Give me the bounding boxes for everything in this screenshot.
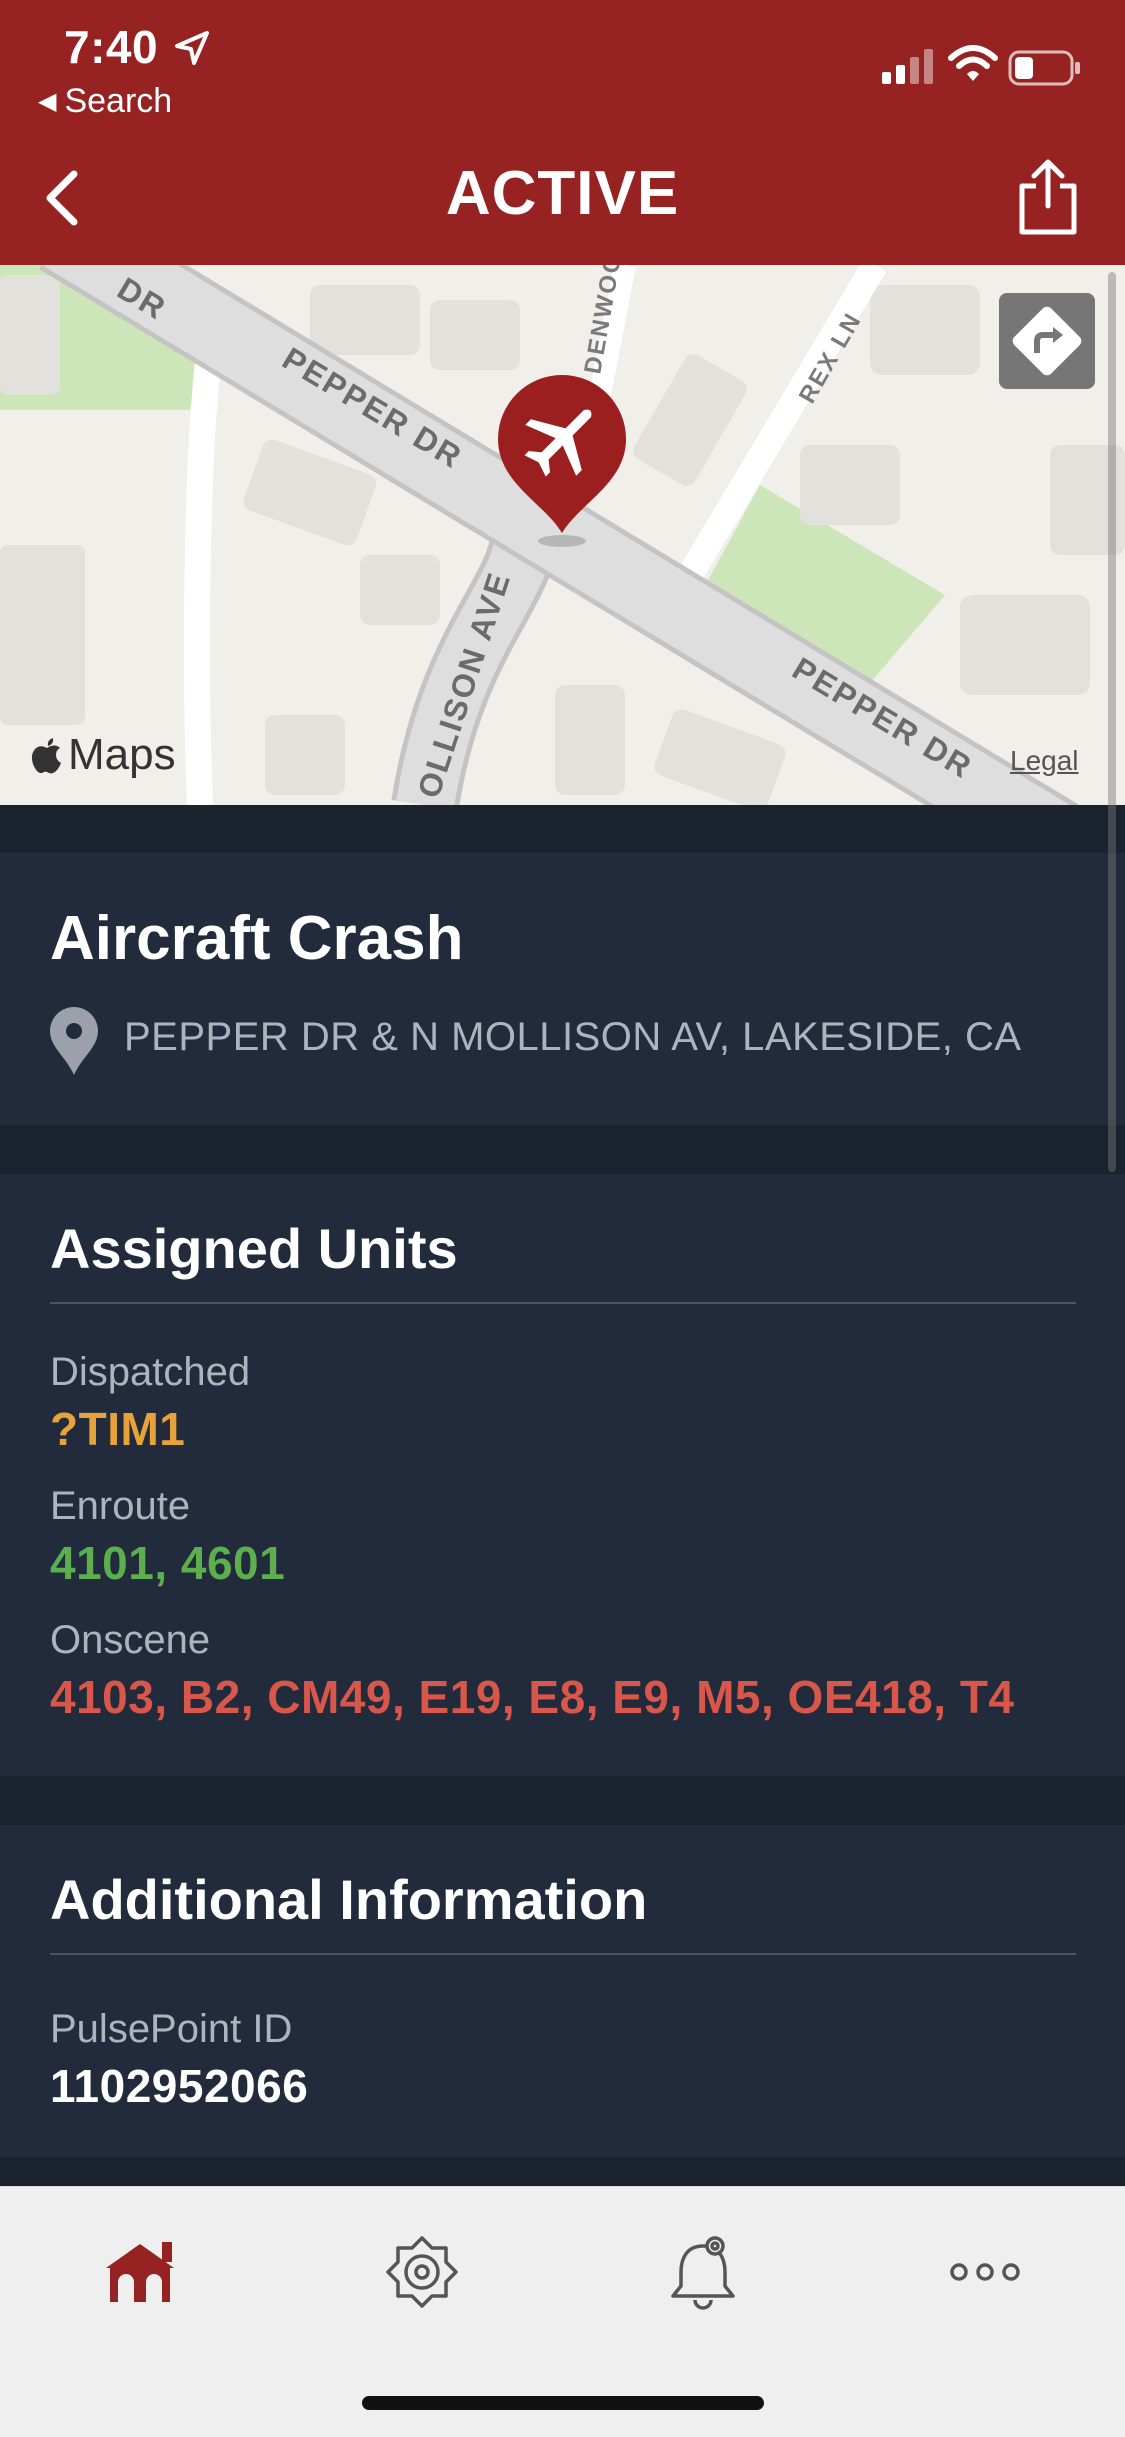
section-divider <box>50 1953 1076 1955</box>
share-icon[interactable] <box>1016 156 1080 236</box>
section-divider <box>50 1302 1076 1304</box>
dispatched-label: Dispatched <box>50 1350 251 1394</box>
apple-maps-attribution: Maps <box>30 730 176 780</box>
location-arrow-icon <box>175 31 209 65</box>
tab-agencies[interactable] <box>362 2217 482 2327</box>
incident-address[interactable]: PEPPER DR & N MOLLISON AV, LAKESIDE, CA <box>124 1015 1022 1060</box>
directions-icon <box>1012 306 1082 376</box>
directions-button[interactable] <box>999 293 1095 389</box>
pulsepoint-id-value: 1102952066 <box>50 2060 309 2112</box>
maps-label: Maps <box>68 730 176 779</box>
alert-settings-icon <box>671 2236 735 2310</box>
enroute-label: Enroute <box>50 1484 191 1528</box>
incident-map-marker[interactable] <box>492 373 632 548</box>
pulsepoint-id-label: PulsePoint ID <box>50 2007 293 2051</box>
apple-logo-icon <box>31 738 61 774</box>
home-icon <box>106 2242 174 2302</box>
dispatched-units: ?TIM1 <box>50 1403 186 1455</box>
back-search-label: Search <box>64 82 173 120</box>
wifi-icon <box>948 45 998 81</box>
status-time: 7:40 <box>64 21 159 73</box>
home-indicator[interactable] <box>362 2396 764 2410</box>
incident-summary-panel: Aircraft Crash PEPPER DR & N MOLLISON AV… <box>0 853 1125 1125</box>
fire-badge-icon <box>386 2236 458 2308</box>
onscene-units: 4103, B2, CM49, E19, E8, E9, M5, OE418, … <box>50 1671 1015 1723</box>
enroute-units: 4101, 4601 <box>50 1537 286 1589</box>
back-to-search-link[interactable]: ◀ Search <box>38 82 172 121</box>
tab-home[interactable] <box>80 2217 200 2327</box>
tab-alerts[interactable] <box>643 2217 763 2327</box>
additional-information-heading: Additional Information <box>50 1868 648 1931</box>
additional-information-panel: Additional Information PulsePoint ID 110… <box>0 1825 1125 2157</box>
cellular-signal-icon <box>882 49 933 84</box>
page-title: ACTIVE <box>445 159 680 228</box>
onscene-label: Onscene <box>50 1618 211 1662</box>
back-triangle-icon: ◀ <box>38 88 57 115</box>
tab-more[interactable] <box>925 2217 1045 2327</box>
battery-icon <box>1008 50 1080 86</box>
assigned-units-panel: Assigned Units Dispatched ?TIM1 Enroute … <box>0 1174 1125 1776</box>
more-icon <box>950 2263 1020 2281</box>
header-bar: 7:40 ◀ Search ACTIVE <box>0 0 1125 265</box>
assigned-units-heading: Assigned Units <box>50 1217 458 1280</box>
location-pin-icon <box>50 1007 98 1075</box>
incident-type: Aircraft Crash <box>50 904 464 973</box>
legal-link[interactable]: Legal <box>1010 745 1079 777</box>
scrollbar[interactable] <box>1108 272 1116 1172</box>
